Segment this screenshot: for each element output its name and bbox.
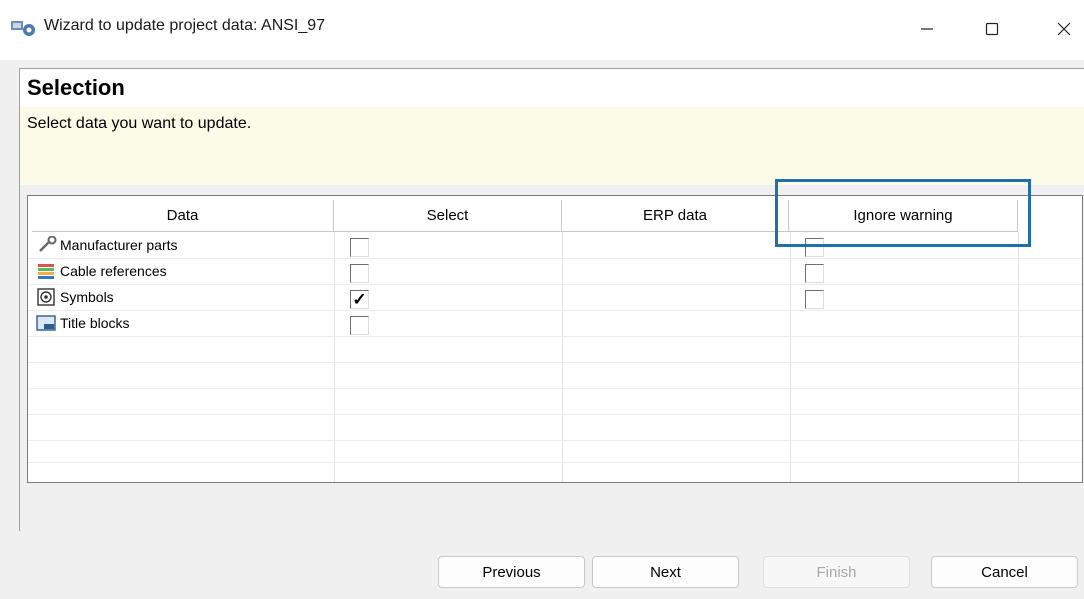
ignore-warning-highlight [775,179,1031,247]
symbol-icon [37,288,55,306]
cancel-button[interactable]: Cancel [931,556,1078,588]
table-row[interactable]: Symbols [36,284,114,310]
select-checkbox-title-blocks[interactable] [350,316,369,335]
close-icon [1057,22,1071,36]
page-description: Select data you want to update. [27,115,252,132]
row-divider [28,310,1082,311]
close-button[interactable] [1044,12,1084,46]
column-divider [1018,232,1019,482]
minimize-icon [921,28,933,30]
table-row[interactable]: Title blocks [36,310,130,336]
wizard-panel: Selection Select data you want to update… [19,68,1084,531]
column-divider [562,232,563,482]
table-row[interactable]: Manufacturer parts [36,232,178,258]
row-divider [28,336,1082,337]
select-checkbox-cable-references[interactable] [350,264,369,283]
previous-button[interactable]: Previous [438,556,585,588]
table-row[interactable]: Cable references [36,258,167,284]
row-divider [28,388,1082,389]
next-button[interactable]: Next [592,556,739,588]
checkmark-icon: ✓ [352,290,367,309]
cable-icon [38,264,54,279]
window-title: Wizard to update project data: ANSI_97 [44,17,326,34]
row-label-title-blocks: Title blocks [60,315,130,331]
ignore-warning-checkbox-symbols[interactable] [805,290,824,309]
page-title: Selection [27,75,125,100]
header-title-band [20,69,1084,107]
minimize-button[interactable] [907,12,947,46]
row-label-cable-references: Cable references [60,263,167,279]
row-divider [28,462,1082,463]
title-bar: Wizard to update project data: ANSI_97 [0,0,1084,60]
ignore-warning-checkbox-cable-references[interactable] [805,264,824,283]
maximize-icon [985,22,999,36]
select-checkbox-symbols[interactable]: ✓ [350,290,369,309]
row-divider [28,440,1082,441]
column-header-select[interactable]: Select [334,200,562,232]
selection-header: Selection Select data you want to update… [20,69,1084,185]
select-checkbox-manufacturer-parts[interactable] [350,238,369,257]
row-divider [28,284,1082,285]
column-divider [334,232,335,482]
row-divider [28,414,1082,415]
row-divider [28,258,1082,259]
maximize-button[interactable] [972,12,1012,46]
column-divider [790,232,791,482]
title-block-icon [36,315,56,331]
finish-button[interactable]: Finish [763,556,910,588]
wrench-icon [39,236,57,252]
row-label-symbols: Symbols [60,289,114,305]
row-label-manufacturer-parts: Manufacturer parts [60,237,178,253]
row-divider [28,362,1082,363]
wizard-app-icon [11,21,35,36]
column-header-data[interactable]: Data [32,200,334,232]
column-header-erp-data[interactable]: ERP data [562,200,789,232]
